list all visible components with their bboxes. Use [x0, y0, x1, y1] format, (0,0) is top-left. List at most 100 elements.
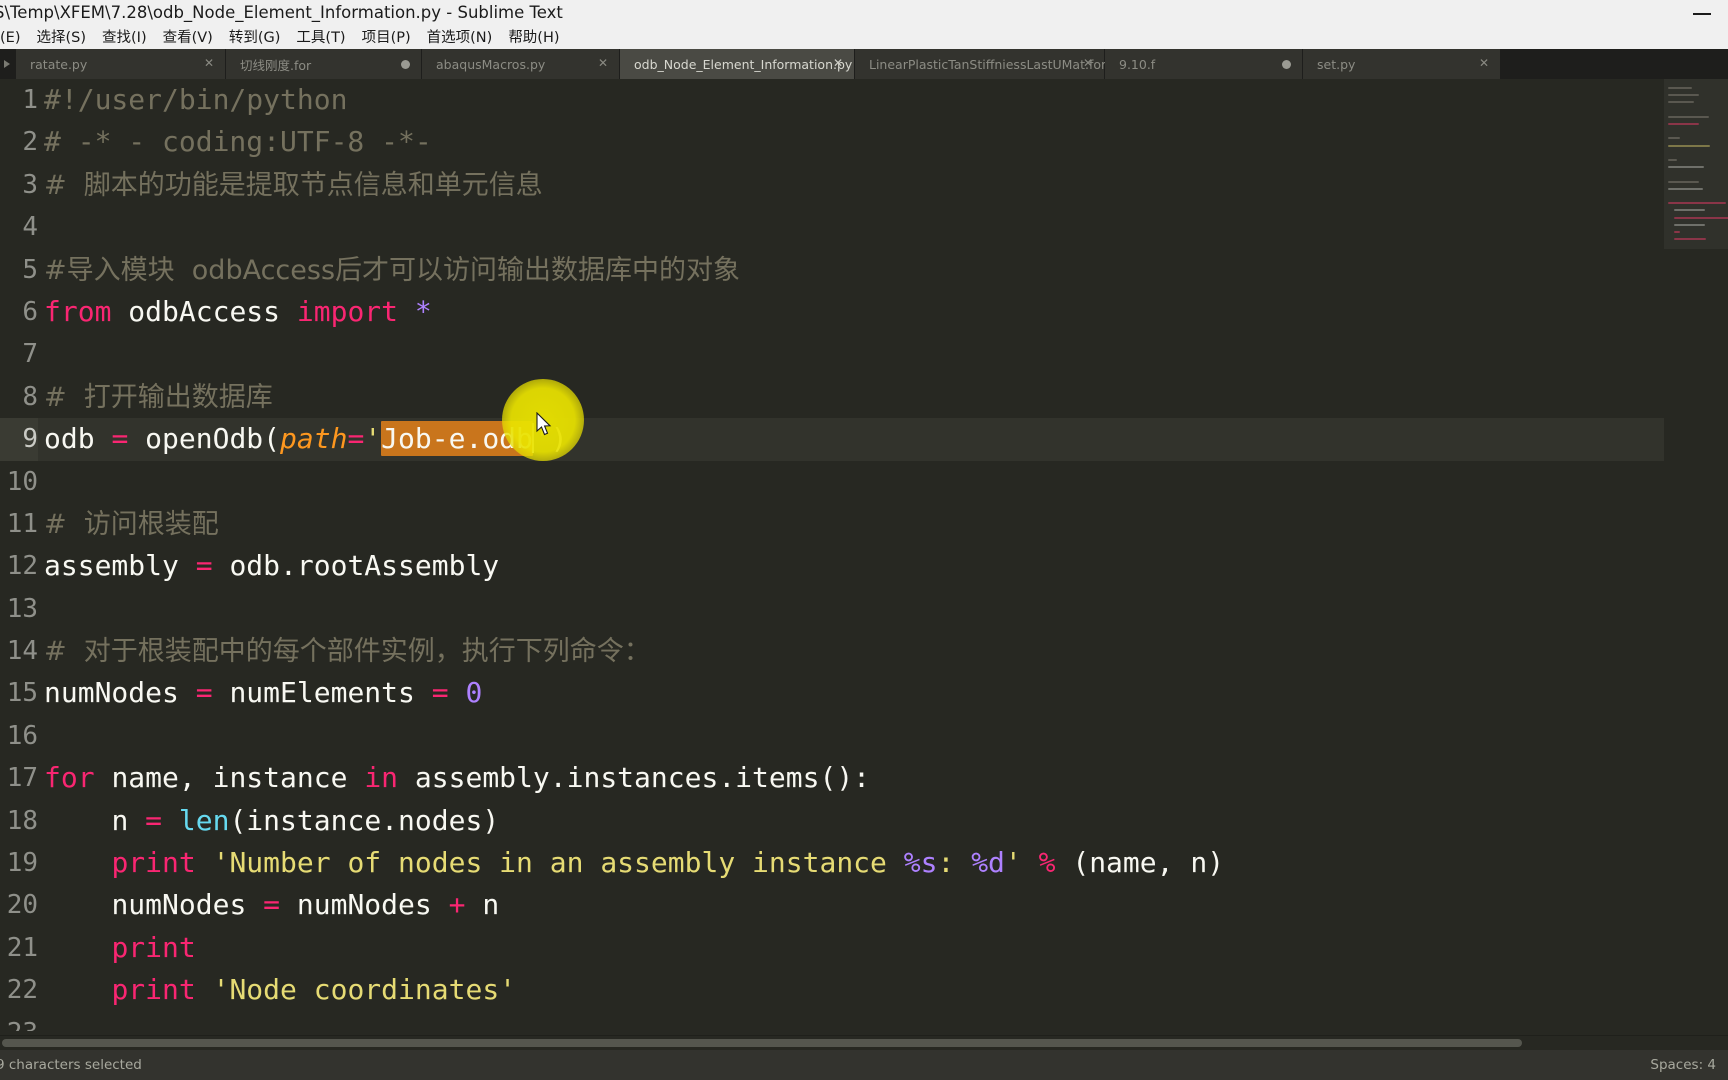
code-line[interactable]: 8 # 打开输出数据库 — [0, 376, 1690, 418]
code-editor[interactable]: 1 #!/user/bin/python 2 # -* - coding:UTF… — [0, 79, 1728, 1031]
line-number: 18 — [6, 805, 38, 836]
line-number: 1 — [22, 85, 38, 115]
code-line[interactable]: 14 # 对于根装配中的每个部件实例，执行下列命令： — [0, 630, 1690, 672]
menu-item-0[interactable]: (E) — [0, 27, 28, 49]
tab-4[interactable]: LinearPlasticTanStiffniessLastUMat.for ✕ — [855, 49, 1106, 79]
variable-token: name, instance — [111, 761, 348, 795]
tab-6[interactable]: set.py ✕ — [1303, 49, 1501, 79]
menu-item-1[interactable]: 选择(S) — [28, 27, 94, 49]
code-line[interactable]: 2 # -* - coding:UTF-8 -*- — [0, 121, 1690, 163]
minimap-line — [1673, 223, 1705, 226]
tab-label: odb_Node_Element_Information.py — [634, 56, 853, 72]
minimize-button[interactable] — [1676, 0, 1728, 27]
line-content: from odbAccess import * — [44, 291, 432, 333]
close-icon[interactable]: ✕ — [203, 57, 215, 70]
line-number: 16 — [6, 720, 38, 751]
code-line[interactable]: 16 — [0, 715, 1690, 757]
tab-2[interactable]: abaqusMacros.py ✕ — [422, 49, 620, 79]
selected-text[interactable]: Job-e.odb — [381, 421, 533, 457]
paren-token: ) — [550, 422, 568, 456]
star-token: * — [414, 294, 432, 328]
close-icon[interactable]: ✕ — [1082, 57, 1094, 70]
horizontal-scrollbar-thumb[interactable] — [2, 1039, 1522, 1047]
tab-dirty-indicator[interactable] — [401, 60, 410, 69]
tab-1[interactable]: 切线刚度.for — [226, 49, 422, 79]
code-line[interactable]: 23 — [0, 1012, 1690, 1031]
keyword-token: import — [296, 294, 399, 328]
tab-dirty-indicator[interactable] — [1282, 60, 1291, 69]
code-line[interactable]: 17 for name, instance in assembly.instan… — [0, 757, 1690, 799]
line-number: 3 — [22, 169, 38, 200]
code-line-active[interactable]: 9 odb = openOdb(path='Job-e.odb') — [0, 418, 1690, 461]
keyword-token: for — [44, 761, 95, 795]
menu-item-7[interactable]: 首选项(N) — [419, 27, 501, 49]
format-spec-token: %s — [903, 846, 938, 880]
args-token: (name, n) — [1072, 846, 1225, 880]
menu-item-3[interactable]: 查看(V) — [155, 27, 221, 49]
code-line[interactable]: 15 numNodes = numElements = 0 — [0, 672, 1690, 714]
operator-token: = — [195, 549, 213, 583]
code-line[interactable]: 5 #导入模块 odbAccess后才可以访问输出数据库中的对象 — [0, 249, 1690, 291]
line-number: 2 — [22, 127, 38, 158]
close-icon[interactable]: ✕ — [1478, 57, 1490, 70]
line-number: 21 — [6, 932, 38, 963]
close-icon[interactable]: ✕ — [597, 57, 609, 70]
tab-label: 切线刚度.for — [240, 57, 312, 73]
line-number: 6 — [22, 296, 38, 327]
code-line[interactable]: 4 — [0, 206, 1690, 248]
title-bar: S\Temp\XFEM\7.28\odb_Node_Element_Inform… — [0, 0, 1728, 28]
variable-token: numNodes — [296, 888, 432, 922]
code-line[interactable]: 18 n = len(instance.nodes) — [0, 800, 1690, 842]
operator-token: = — [195, 676, 213, 710]
line-number: 13 — [6, 593, 38, 624]
horizontal-scrollbar[interactable] — [0, 1035, 1728, 1050]
line-number: 4 — [22, 212, 38, 243]
code-line[interactable]: 7 — [0, 333, 1690, 375]
line-content: # 对于根装配中的每个部件实例，执行下列命令： — [44, 630, 651, 673]
string-token: 'Number of nodes in an assembly instance — [212, 846, 904, 880]
code-line[interactable]: 20 numNodes = numNodes + n — [0, 884, 1690, 926]
menu-item-6[interactable]: 项目(P) — [354, 27, 419, 49]
minimap-line — [1668, 87, 1693, 89]
tab-bar: ratate.py ✕ 切线刚度.for abaqusMacros.py ✕ odb_No… — [0, 49, 1728, 79]
menu-item-4[interactable]: 转到(G) — [221, 27, 289, 49]
menu-item-5[interactable]: 工具(T) — [288, 27, 353, 49]
tab-label: LinearPlasticTanStiffniessLastUMat.for — [869, 56, 1107, 72]
line-content: # 脚本的功能是提取节点信息和单元信息 — [44, 164, 543, 207]
code-line[interactable]: 3 # 脚本的功能是提取节点信息和单元信息 — [0, 164, 1690, 206]
tab-label: abaqusMacros.py — [436, 56, 546, 72]
menu-item-8[interactable]: 帮助(H) — [500, 27, 567, 49]
tab-scroll-left-button[interactable] — [0, 49, 16, 79]
line-number: 23 — [0, 1012, 38, 1031]
tab-3[interactable]: odb_Node_Element_Information.py ✕ — [620, 49, 855, 79]
menu-item-2[interactable]: 查找(I) — [94, 27, 155, 49]
close-icon[interactable]: ✕ — [832, 57, 844, 70]
minimap-line — [1668, 123, 1700, 125]
indentation-status[interactable]: Spaces: 4 — [1650, 1057, 1716, 1073]
code-line[interactable]: 6 from odbAccess import * — [0, 291, 1690, 333]
line-number: 12 — [6, 551, 38, 582]
tab-5[interactable]: 9.10.f — [1105, 49, 1303, 79]
code-line[interactable]: 1 #!/user/bin/python — [0, 79, 1690, 121]
code-line[interactable]: 21 print — [0, 927, 1690, 969]
code-line[interactable]: 22 print 'Node coordinates' — [0, 969, 1690, 1011]
builtin-token: len — [178, 803, 230, 837]
minimap-line — [1668, 115, 1709, 118]
code-line[interactable]: 11 # 访问根装配 — [0, 503, 1690, 545]
code-line[interactable]: 10 — [0, 461, 1690, 503]
code-line[interactable]: 19 print 'Number of nodes in an assembly… — [0, 842, 1690, 884]
minimap[interactable] — [1664, 79, 1728, 1031]
code-line[interactable]: 13 — [0, 588, 1690, 630]
variable-token: odb — [44, 422, 95, 456]
keyword-token: from — [44, 294, 112, 328]
string-token: : — [937, 846, 972, 880]
operator-token: = — [431, 676, 449, 710]
line-content: odb = openOdb(path='Job-e.odb') — [44, 418, 568, 460]
quote-token: ' — [364, 422, 382, 456]
line-content: for name, instance in assembly.instances… — [44, 757, 870, 799]
line-content: assembly = odb.rootAssembly — [44, 545, 499, 587]
string-token: ' — [1004, 846, 1022, 880]
line-content: # -* - coding:UTF-8 -*- — [44, 121, 432, 163]
code-line[interactable]: 12 assembly = odb.rootAssembly — [0, 545, 1690, 587]
tab-0[interactable]: ratate.py ✕ — [16, 49, 226, 79]
